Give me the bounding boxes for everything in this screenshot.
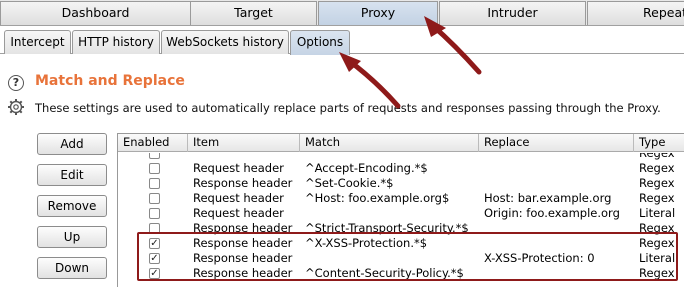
column-header-match[interactable]: Match xyxy=(300,134,479,152)
replace-cell xyxy=(479,161,634,176)
sub-tab-bar: Intercept HTTP history WebSockets histor… xyxy=(0,27,684,55)
match-cell xyxy=(300,206,479,221)
tab-intercept[interactable]: Intercept xyxy=(4,30,71,54)
replace-cell xyxy=(479,221,634,236)
annotation-arrow-head xyxy=(339,52,361,72)
match-replace-table: Enabled Item Match Replace Type Regex Req… xyxy=(117,133,684,287)
type-cell: Regex xyxy=(639,266,675,280)
type-cell: Regex xyxy=(639,153,675,160)
tab-websockets-history[interactable]: WebSockets history xyxy=(161,30,289,54)
item-cell: Request header xyxy=(193,206,284,220)
enabled-checkbox[interactable] xyxy=(149,208,160,219)
help-icon[interactable]: ? xyxy=(8,75,24,91)
replace-cell: Host: bar.example.org xyxy=(484,191,612,205)
replace-cell xyxy=(479,236,634,251)
type-cell: Regex xyxy=(639,191,675,205)
match-cell xyxy=(300,153,479,161)
match-cell: ^Accept-Encoding.*$ xyxy=(305,161,428,175)
item-cell: Response header xyxy=(193,251,293,265)
table-row[interactable]: Request header ^Host: foo.example.org$ Hos… xyxy=(118,191,684,206)
item-cell: Response header xyxy=(193,221,293,235)
match-cell: ^Content-Security-Policy.*$ xyxy=(305,266,464,280)
tab-options[interactable]: Options xyxy=(290,30,350,55)
replace-cell xyxy=(479,266,634,281)
type-cell: Regex xyxy=(639,161,675,175)
item-cell: Request header xyxy=(193,191,284,205)
tab-dashboard[interactable]: Dashboard xyxy=(0,1,191,25)
replace-cell: Origin: foo.example.org xyxy=(484,206,620,220)
table-header: Enabled Item Match Replace Type xyxy=(118,134,684,152)
enabled-checkbox[interactable]: ✓ xyxy=(149,253,160,264)
type-cell: Regex xyxy=(639,236,675,250)
table-rows: Regex Request header ^Accept-Encoding.*$ Re… xyxy=(118,153,684,281)
section-description: These settings are used to automatically… xyxy=(35,101,661,115)
table-row[interactable]: Request header ^Accept-Encoding.*$ Regex xyxy=(118,161,684,176)
section-title: Match and Replace xyxy=(35,73,185,89)
table-row[interactable]: Request header Origin: foo.example.org Lit… xyxy=(118,206,684,221)
table-row[interactable]: Response header ^Set-Cookie.*$ Regex xyxy=(118,176,684,191)
column-header-enabled[interactable]: Enabled xyxy=(118,134,188,152)
match-cell: ^Strict-Transport-Security.*$ xyxy=(305,221,469,235)
match-cell: ^X-XSS-Protection.*$ xyxy=(305,236,428,250)
table-row[interactable]: ✓ Response header ^X-XSS-Protection.*$ Rege… xyxy=(118,236,684,251)
tab-intruder[interactable]: Intruder xyxy=(439,1,586,25)
table-row[interactable]: ✓ Response header ^Content-Security-Policy… xyxy=(118,266,684,281)
edit-button[interactable]: Edit xyxy=(37,164,107,186)
type-cell: Literal xyxy=(639,206,676,220)
replace-cell: X-XSS-Protection: 0 xyxy=(484,251,595,265)
remove-button[interactable]: Remove xyxy=(37,195,107,217)
tab-target[interactable]: Target xyxy=(190,1,317,25)
item-cell: Response header xyxy=(193,236,293,250)
top-tab-bar: Dashboard Target Proxy Intruder Repeater xyxy=(0,0,684,26)
column-header-type[interactable]: Type xyxy=(634,134,684,152)
replace-cell xyxy=(479,176,634,191)
add-button[interactable]: Add xyxy=(37,133,107,155)
table-row[interactable]: Response header ^Strict-Transport-Securit… xyxy=(118,221,684,236)
up-button[interactable]: Up xyxy=(37,226,107,248)
enabled-checkbox[interactable] xyxy=(149,163,160,174)
match-cell: ^Set-Cookie.*$ xyxy=(305,176,394,190)
item-cell: Request header xyxy=(193,161,284,175)
item-cell xyxy=(188,153,300,161)
enabled-checkbox[interactable] xyxy=(149,178,160,189)
annotation-arrow xyxy=(345,57,401,109)
tab-repeater[interactable]: Repeater xyxy=(587,1,684,25)
column-header-replace[interactable]: Replace xyxy=(479,134,634,152)
table-body: Regex Request header ^Accept-Encoding.*$ Re… xyxy=(118,153,684,287)
type-cell: Regex xyxy=(639,221,675,235)
type-cell: Regex xyxy=(639,176,675,190)
type-cell: Literal xyxy=(639,251,676,265)
enabled-checkbox[interactable] xyxy=(149,223,160,234)
column-header-item[interactable]: Item xyxy=(188,134,300,152)
tab-http-history[interactable]: HTTP history xyxy=(72,30,160,54)
gear-icon[interactable] xyxy=(7,98,25,116)
replace-cell xyxy=(479,153,634,161)
enabled-checkbox[interactable]: ✓ xyxy=(149,238,160,249)
item-cell: Response header xyxy=(193,266,293,280)
table-row[interactable]: Regex xyxy=(118,153,684,161)
table-row[interactable]: ✓ Response header X-XSS-Protection: 0 Liter… xyxy=(118,251,684,266)
match-cell: ^Host: foo.example.org$ xyxy=(305,191,450,205)
tab-proxy[interactable]: Proxy xyxy=(318,1,438,25)
enabled-checkbox[interactable] xyxy=(149,153,160,159)
item-cell: Response header xyxy=(193,176,293,190)
down-button[interactable]: Down xyxy=(37,257,107,279)
enabled-checkbox[interactable] xyxy=(149,193,160,204)
enabled-checkbox[interactable]: ✓ xyxy=(149,268,160,279)
match-cell xyxy=(300,251,479,266)
